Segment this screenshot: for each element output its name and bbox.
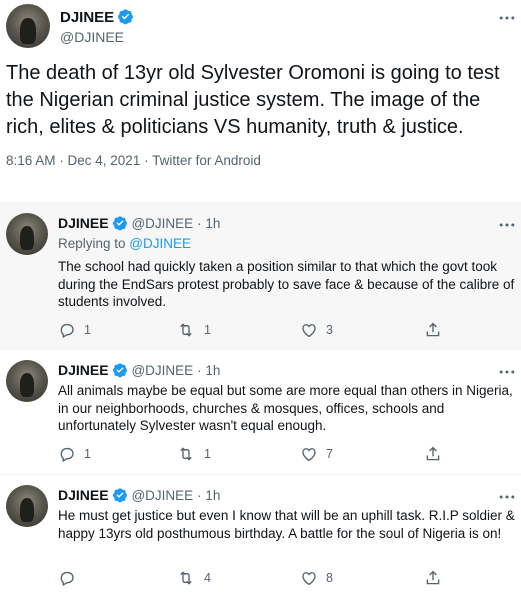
like-count: 3 [326,323,333,337]
retweet-count: 1 [204,323,211,337]
reply-header: DJINEE @DJINEE · 1h [58,215,220,231]
replying-to-prefix: Replying to [58,236,130,251]
author-handle[interactable]: @DJINEE [60,29,124,45]
replying-to: Replying to @DJINEE [58,236,191,251]
like-count: 8 [326,571,333,585]
share-icon [426,322,440,337]
retweet-count: 4 [204,571,211,585]
retweet-icon [180,571,192,585]
author-name[interactable]: DJINEE [58,362,109,378]
reply-text: He must get justice but even I know that… [58,508,515,541]
share-icon [426,446,440,461]
reply-count: 1 [84,323,91,337]
relative-time[interactable]: · 1h [197,363,220,378]
retweet-count: 1 [204,447,211,461]
relative-time[interactable]: · 1h [197,216,220,231]
more-horizontal-icon[interactable] [497,487,517,507]
tweet-text: The death of 13yr old Sylvester Oromoni … [6,62,500,138]
author-handle[interactable]: @DJINEE [131,363,193,378]
share-button[interactable] [424,321,450,339]
author-name[interactable]: DJINEE [58,215,109,231]
author-handle[interactable]: @DJINEE [131,488,193,503]
reply-count: 1 [84,447,91,461]
verified-badge-icon [112,488,127,503]
relative-time[interactable]: · 1h [197,488,220,503]
reply-button[interactable]: 1 [58,445,91,463]
like-count: 7 [326,447,333,461]
avatar[interactable] [6,4,50,48]
share-icon [426,570,440,585]
action-bar: 4 8 [58,569,458,589]
like-button[interactable]: 3 [300,321,333,339]
reply-button[interactable]: 1 [58,321,91,339]
retweet-icon [180,447,192,461]
retweet-button[interactable]: 1 [176,321,211,339]
reply-tweet[interactable]: DJINEE @DJINEE · 1h All animals maybe be… [0,350,521,474]
avatar[interactable] [6,360,48,402]
like-button[interactable]: 7 [300,445,333,463]
reply-text: All animals maybe be equal but some are … [58,383,513,433]
like-button[interactable]: 8 [300,569,333,587]
action-bar: 1 1 7 [58,445,458,465]
share-button[interactable] [424,445,450,463]
share-button[interactable] [424,569,450,587]
verified-badge-icon [118,9,134,25]
action-bar: 1 1 3 [58,321,458,341]
verified-badge-icon [112,216,127,231]
heart-icon [302,572,316,586]
retweet-button[interactable]: 4 [176,569,211,587]
more-horizontal-icon[interactable] [497,362,517,382]
author-handle[interactable]: @DJINEE [131,216,193,231]
reply-button[interactable] [58,569,84,587]
reply-text: The school had quickly taken a position … [58,259,515,309]
author-name[interactable]: DJINEE [58,487,109,503]
reply-header: DJINEE @DJINEE · 1h [58,487,220,503]
reply-bubble-icon [60,323,74,339]
author-name[interactable]: DJINEE [60,9,114,26]
reply-header: DJINEE @DJINEE · 1h [58,362,220,378]
replying-to-link[interactable]: @DJINEE [129,236,191,251]
avatar[interactable] [6,213,48,255]
heart-icon [302,448,316,462]
reply-tweet[interactable]: DJINEE @DJINEE · 1h Replying to @DJINEE … [0,203,521,349]
heart-icon [302,324,316,338]
verified-badge-icon [112,363,127,378]
reply-tweet[interactable]: DJINEE @DJINEE · 1h He must get justice … [0,475,521,593]
reply-bubble-icon [60,447,74,463]
reply-bubble-icon [60,571,74,587]
retweet-icon [180,323,192,337]
author-row: DJINEE [60,8,134,27]
tweet-timestamp[interactable]: 8:16 AM · Dec 4, 2021 · Twitter for Andr… [6,153,261,168]
avatar[interactable] [6,485,48,527]
retweet-button[interactable]: 1 [176,445,211,463]
more-horizontal-icon[interactable] [497,8,517,28]
more-horizontal-icon[interactable] [497,215,517,235]
